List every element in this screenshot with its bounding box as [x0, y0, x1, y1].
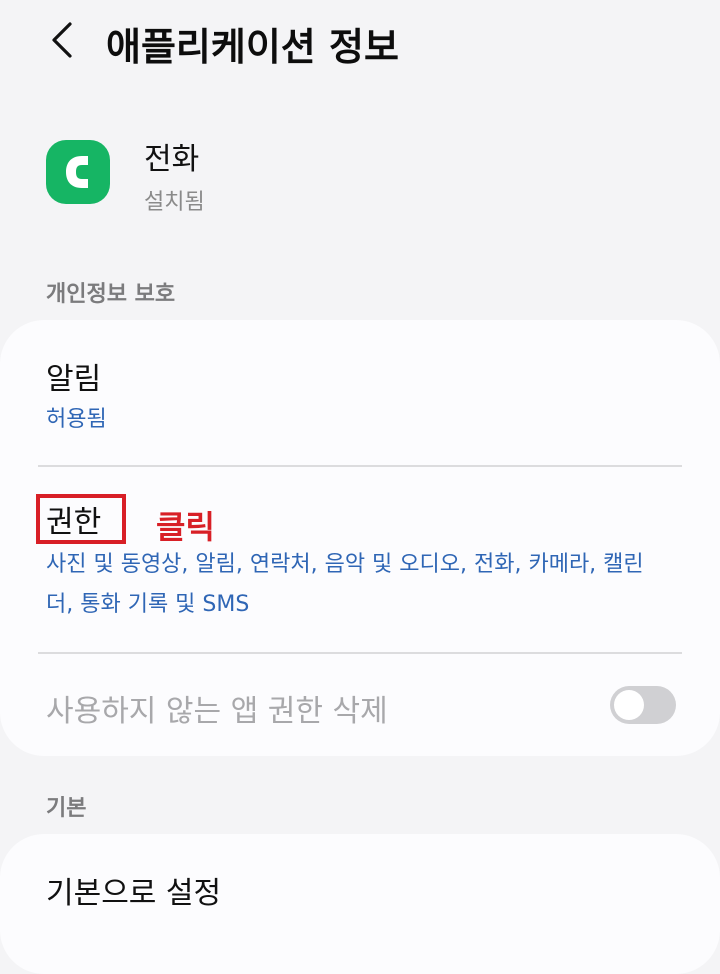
page-title: 애플리케이션 정보	[106, 25, 399, 69]
notifications-title: 알림	[46, 362, 102, 397]
remove-unused-permissions-label: 사용하지 않는 앱 권한 삭제	[46, 694, 388, 729]
section-label-privacy: 개인정보 보호	[46, 282, 176, 307]
highlight-box	[36, 494, 126, 544]
default-card: 기본으로 설정	[0, 834, 720, 974]
set-as-default-row[interactable]: 기본으로 설정	[0, 834, 720, 944]
notifications-status: 허용됨	[46, 407, 107, 432]
app-name: 전화	[144, 142, 200, 177]
phone-app-icon	[46, 140, 110, 204]
app-install-status: 설치됨	[144, 190, 205, 215]
section-label-default: 기본	[46, 796, 87, 821]
app-summary: 전화 설치됨	[46, 134, 686, 224]
remove-unused-permissions-toggle[interactable]	[610, 686, 676, 724]
notifications-row[interactable]: 알림 허용됨	[0, 320, 720, 465]
permissions-list: 사진 및 동영상, 알림, 연락처, 음악 및 오디오, 전화, 카메라, 캘린…	[46, 552, 644, 617]
toggle-knob	[614, 690, 644, 720]
set-as-default-title: 기본으로 설정	[46, 876, 222, 911]
app-bar: 애플리케이션 정보	[0, 0, 720, 90]
click-annotation: 클릭	[156, 508, 215, 546]
chevron-left-icon	[52, 22, 72, 58]
back-button[interactable]	[40, 18, 84, 62]
